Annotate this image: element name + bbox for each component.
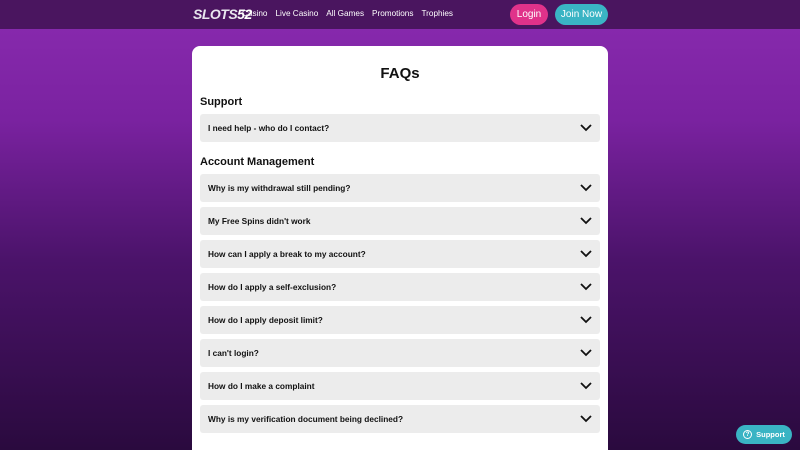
faq-item[interactable]: I can't login? [200, 339, 600, 367]
faq-question: Why is my withdrawal still pending? [208, 183, 351, 193]
nav-casino[interactable]: Casino [242, 9, 268, 18]
faq-question: I need help - who do I contact? [208, 123, 330, 133]
faq-item[interactable]: My Free Spins didn't work [200, 207, 600, 235]
section-title-account-management: Account Management [200, 156, 315, 168]
faq-item[interactable]: How do I apply deposit limit? [200, 306, 600, 334]
top-navigation-bar: SLOTS52 Casino Live Casino All Games Pro… [0, 0, 800, 29]
login-button[interactable]: Login [510, 4, 548, 25]
chevron-down-icon [580, 184, 592, 192]
question-icon: ? [743, 430, 753, 439]
page-title: FAQs [380, 65, 420, 82]
faq-question: How can I apply a break to my account? [208, 249, 366, 259]
chevron-down-icon [580, 283, 592, 291]
faq-question: I can't login? [208, 348, 259, 358]
chevron-down-icon [580, 415, 592, 423]
chevron-down-icon [580, 316, 592, 324]
main-nav: Casino Live Casino All Games Promotions … [242, 9, 461, 18]
nav-all-games[interactable]: All Games [326, 9, 364, 18]
join-now-button[interactable]: Join Now [555, 4, 608, 25]
faq-item[interactable]: I need help - who do I contact? [200, 114, 600, 142]
faq-question: How do I make a complaint [208, 381, 315, 391]
chevron-down-icon [580, 382, 592, 390]
faq-item[interactable]: How do I apply a self-exclusion? [200, 273, 600, 301]
faq-question: My Free Spins didn't work [208, 216, 311, 226]
nav-live-casino[interactable]: Live Casino [276, 9, 319, 18]
faq-item[interactable]: Why is my withdrawal still pending? [200, 174, 600, 202]
chevron-down-icon [580, 124, 592, 132]
faq-item[interactable]: How do I make a complaint [200, 372, 600, 400]
chevron-down-icon [580, 349, 592, 357]
section-title-support: Support [200, 96, 243, 108]
support-label: Support [756, 430, 785, 439]
chevron-down-icon [580, 217, 592, 225]
faq-item[interactable]: How can I apply a break to my account? [200, 240, 600, 268]
nav-trophies[interactable]: Trophies [421, 9, 453, 18]
faq-item[interactable]: Why is my verification document being de… [200, 405, 600, 433]
faq-question: How do I apply deposit limit? [208, 315, 323, 325]
faq-question: Why is my verification document being de… [208, 414, 404, 424]
faq-card: FAQs Support I need help - who do I cont… [192, 46, 608, 450]
chevron-down-icon [580, 250, 592, 258]
faq-question: How do I apply a self-exclusion? [208, 282, 337, 292]
nav-promotions[interactable]: Promotions [372, 9, 413, 18]
support-widget-button[interactable]: ? Support [736, 425, 792, 444]
